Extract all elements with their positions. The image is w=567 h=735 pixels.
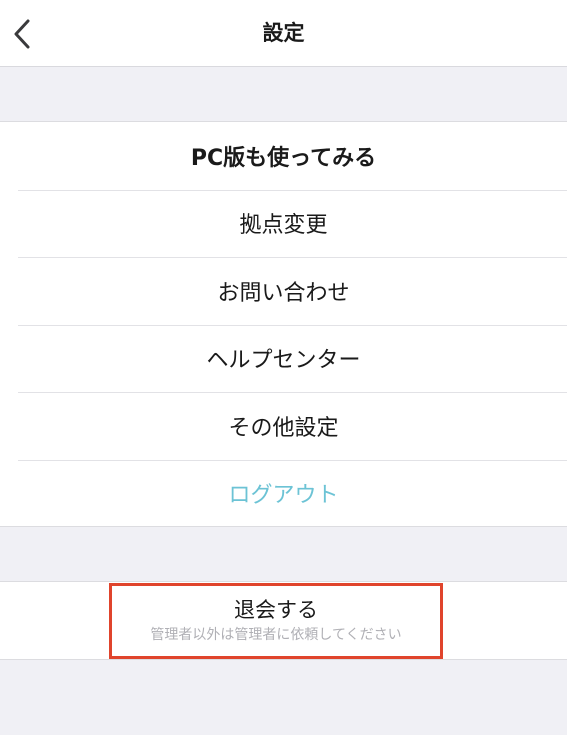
- menu-item-pc-version[interactable]: PC版も使ってみる: [0, 122, 567, 190]
- withdraw-note: 管理者以外は管理者に依頼してください: [150, 627, 402, 643]
- menu-item-logout[interactable]: ログアウト: [0, 459, 567, 528]
- menu-item-change-location[interactable]: 拠点変更: [0, 189, 567, 258]
- menu-item-contact[interactable]: お問い合わせ: [0, 257, 567, 325]
- menu-item-other-settings[interactable]: その他設定: [0, 392, 567, 460]
- nav-bar: 設定: [0, 0, 567, 67]
- chevron-left-icon: [14, 19, 30, 48]
- withdraw-group: 退会する 管理者以外は管理者に依頼してください: [0, 581, 567, 660]
- back-button[interactable]: [0, 0, 44, 67]
- menu-item-help-center[interactable]: ヘルプセンター: [0, 324, 567, 393]
- withdraw-label: 退会する: [234, 598, 318, 622]
- settings-menu-group: PC版も使ってみる 拠点変更 お問い合わせ ヘルプセンター その他設定 ログアウ…: [0, 121, 567, 527]
- withdraw-button[interactable]: 退会する 管理者以外は管理者に依頼してください: [109, 583, 443, 659]
- page-title: 設定: [262, 21, 305, 45]
